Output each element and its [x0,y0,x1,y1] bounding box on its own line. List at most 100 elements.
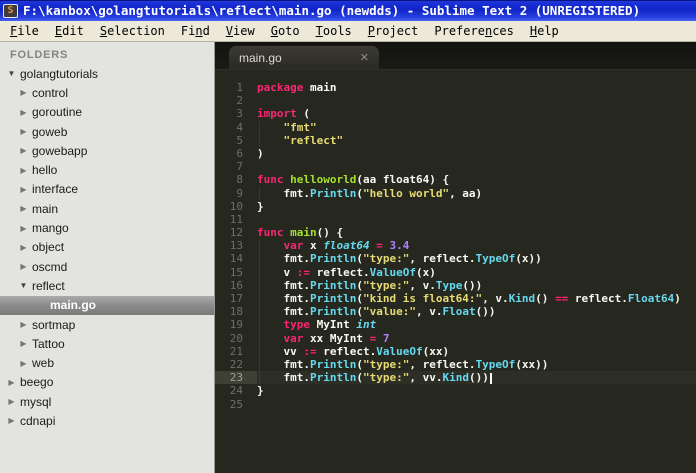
code-line-5[interactable]: 5 "reflect" [215,133,696,147]
code-line-2[interactable]: 2 [215,94,696,107]
code-line-15[interactable]: 15 v := reflect.ValueOf(x) [215,265,696,279]
menu-item-help[interactable]: Help [522,22,567,40]
code-line-13[interactable]: 13 var x float64 = 3.4 [215,239,696,253]
line-text: func main() { [257,226,344,240]
expand-triangle-icon[interactable]: ▶ [6,397,17,406]
code-line-4[interactable]: 4 "fmt" [215,120,696,134]
tree-item-web[interactable]: ▶ web [0,353,214,372]
tree-item-label: main [32,201,59,216]
code-line-8[interactable]: 8 func helloworld(aa float64) { [215,173,696,186]
tree-item-cdnapi[interactable]: ▶ cdnapi [0,411,214,430]
tree-item-beego[interactable]: ▶ beego [0,373,214,392]
tree-item-hello[interactable]: ▶ hello [0,160,214,179]
menu-item-view[interactable]: View [218,22,263,40]
expand-triangle-icon[interactable]: ▶ [18,224,29,233]
expand-triangle-icon[interactable]: ▶ [18,127,29,136]
tab-label: main.go [239,50,282,65]
menu-item-find[interactable]: Find [173,22,218,40]
expand-triangle-icon[interactable]: ▶ [18,243,29,252]
tree-item-main[interactable]: ▶ main [0,199,214,218]
line-number: 8 [236,173,243,187]
expand-triangle-icon[interactable]: ▶ [18,108,29,117]
collapse-triangle-icon[interactable]: ▼ [18,281,29,290]
menu-item-selection[interactable]: Selection [92,22,173,40]
line-text: } [257,199,264,213]
tree-item-mysql[interactable]: ▶ mysql [0,392,214,411]
line-number: 12 [229,226,243,240]
code-line-9[interactable]: 9 fmt.Println("hello world", aa) [215,186,696,200]
tree-item-sortmap[interactable]: ▶ sortmap [0,315,214,334]
expand-triangle-icon[interactable]: ▶ [18,262,29,271]
line-text: "fmt" [257,120,696,134]
tree-item-main-go[interactable]: main.go [0,295,214,315]
expand-triangle-icon[interactable]: ▶ [18,166,29,175]
expand-triangle-icon[interactable]: ▶ [18,204,29,213]
line-number: 15 [229,265,243,279]
code-line-10[interactable]: 10} [215,200,696,213]
line-text: fmt.Println("value:", v.Float()) [257,305,696,319]
tree-item-mango[interactable]: ▶ mango [0,218,214,237]
code-line-6[interactable]: 6) [215,147,696,160]
code-line-7[interactable]: 7 [215,160,696,173]
code-line-25[interactable]: 25 [215,398,696,411]
expand-triangle-icon[interactable]: ▶ [6,416,17,425]
menu-item-file[interactable]: File [2,22,47,40]
menu-item-preferences[interactable]: Preferences [426,22,522,40]
code-line-16[interactable]: 16 fmt.Println("type:", v.Type()) [215,278,696,292]
expand-triangle-icon[interactable]: ▶ [18,339,29,348]
expand-triangle-icon[interactable]: ▶ [6,378,17,387]
code-editor[interactable]: 1 package main 2 3 import (4 "fmt" 5 "reflect… [215,70,696,473]
code-line-23[interactable]: 23 fmt.Println("type:", vv.Kind()) [215,371,696,385]
menu-item-project[interactable]: Project [360,22,427,40]
line-number: 5 [236,133,243,147]
tree-item-goroutine[interactable]: ▶ goroutine [0,103,214,122]
menu-item-edit[interactable]: Edit [47,22,92,40]
menu-item-goto[interactable]: Goto [263,22,308,40]
line-text [257,398,696,411]
code-line-20[interactable]: 20 var xx MyInt = 7 [215,331,696,345]
folders-header: FOLDERS [10,49,69,61]
code-line-12[interactable]: 12 func main() { [215,226,696,239]
code-line-21[interactable]: 21 vv := reflect.ValueOf(xx) [215,344,696,358]
line-text [257,160,696,173]
tree-item-label: beego [20,375,54,390]
line-number: 17 [229,292,243,305]
code-line-18[interactable]: 18 fmt.Println("value:", v.Float()) [215,305,696,319]
line-text: type MyInt int [257,318,696,332]
tree-item-interface[interactable]: ▶ interface [0,180,214,199]
menu-item-tools[interactable]: Tools [308,22,360,40]
expand-triangle-icon[interactable]: ▶ [18,146,29,155]
tree-item-label: mango [32,221,69,236]
line-number: 10 [229,199,243,213]
code-line-14[interactable]: 14 fmt.Println("type:", reflect.TypeOf(x… [215,252,696,266]
tree-item-tattoo[interactable]: ▶ Tattoo [0,334,214,353]
tree-item-goweb[interactable]: ▶ goweb [0,122,214,141]
expand-triangle-icon[interactable]: ▶ [18,359,29,368]
tree-item-oscmd[interactable]: ▶ oscmd [0,257,214,276]
line-text: func helloworld(aa float64) { [257,173,450,187]
tree-item-gowebapp[interactable]: ▶ gowebapp [0,141,214,160]
line-number: 14 [229,252,243,266]
tab-close-icon[interactable]: ✕ [360,51,369,64]
code-line-3[interactable]: 3 import ( [215,107,696,120]
tree-item-reflect[interactable]: ▼ reflect [0,276,214,295]
code-line-1[interactable]: 1 package main [215,81,696,94]
tree-item-object[interactable]: ▶ object [0,238,214,257]
code-line-19[interactable]: 19 type MyInt int [215,318,696,332]
code-line-22[interactable]: 22 fmt.Println("type:", reflect.TypeOf(x… [215,357,696,372]
code-line-11[interactable]: 11 [215,213,696,226]
expand-triangle-icon[interactable]: ▶ [18,320,29,329]
line-number: 11 [229,212,243,226]
tab-main-go[interactable]: main.go ✕ [228,45,380,69]
line-text: fmt.Println("type:", reflect.TypeOf(x)) [257,252,696,266]
expand-triangle-icon[interactable]: ▶ [18,88,29,97]
tree-item-control[interactable]: ▶ control [0,83,214,102]
collapse-triangle-icon[interactable]: ▼ [6,69,17,78]
text-cursor [489,372,492,384]
expand-triangle-icon[interactable]: ▶ [18,185,29,194]
tree-item-label: cdnapi [20,413,56,428]
code-line-17[interactable]: 17 fmt.Println("kind is float64:", v.Kin… [215,292,696,306]
tree-item-golangtutorials[interactable]: ▼ golangtutorials [0,64,214,83]
code-line-24[interactable]: 24} [215,384,696,397]
line-text: fmt.Println("type:", v.Type()) [257,278,696,292]
